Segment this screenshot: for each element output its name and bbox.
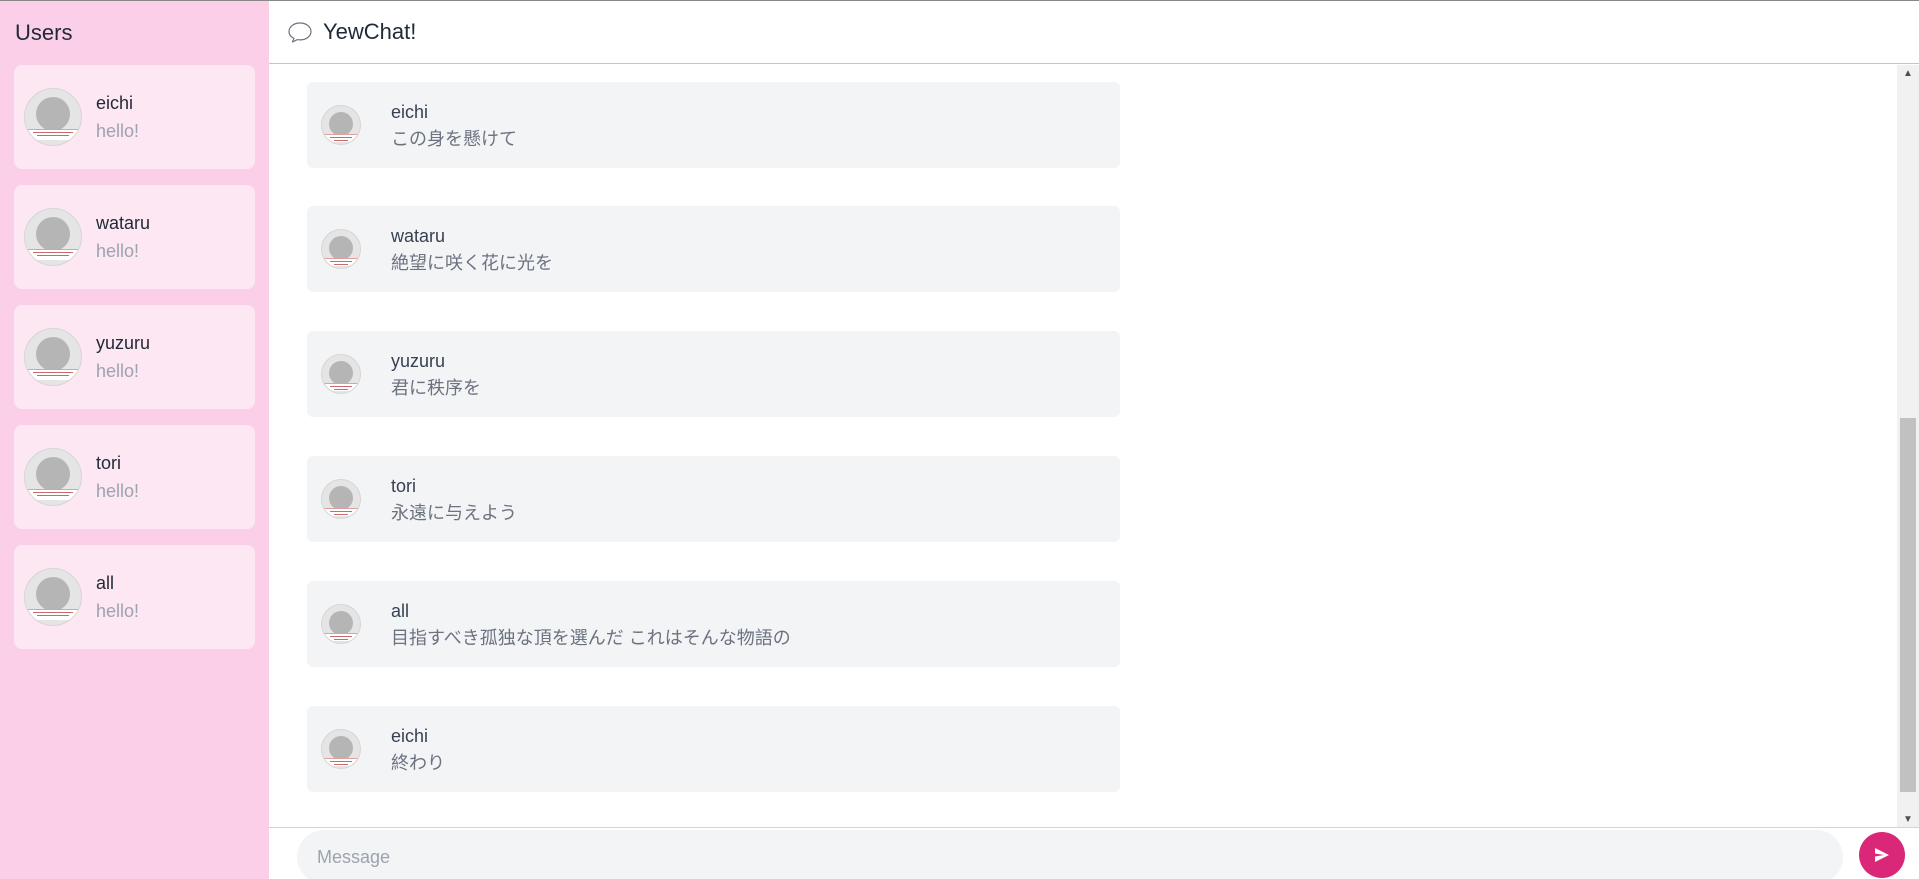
avatar: [24, 208, 82, 266]
avatar: [321, 229, 361, 269]
message-item: eichi この身を懸けて: [307, 82, 1120, 168]
chat-app: Users eichi hello! wataru hello! yuzuru …: [0, 0, 1919, 879]
message-item: eichi 終わり: [307, 706, 1120, 792]
avatar: [24, 88, 82, 146]
message-author: tori: [391, 475, 417, 496]
user-card-wataru[interactable]: wataru hello!: [14, 185, 255, 289]
speech-bubble-icon: [288, 22, 312, 43]
message-scrollbar[interactable]: ▲ ▼: [1897, 65, 1919, 829]
chat-main: YewChat! eichi この身を懸けて wataru 絶望に咲く花に光を: [269, 1, 1919, 879]
avatar: [321, 479, 361, 519]
message-item: yuzuru 君に秩序を: [307, 331, 1120, 417]
avatar: [24, 568, 82, 626]
message-author: wataru: [391, 225, 446, 246]
avatar: [24, 448, 82, 506]
user-status: hello!: [96, 241, 140, 261]
avatar: [321, 729, 361, 769]
user-status: hello!: [96, 481, 140, 501]
message-input[interactable]: [297, 830, 1843, 879]
user-card-eichi[interactable]: eichi hello!: [14, 65, 255, 169]
message-item: wataru 絶望に咲く花に光を: [307, 206, 1120, 292]
message-author: eichi: [391, 101, 429, 122]
user-status: hello!: [96, 121, 140, 141]
message-author: all: [391, 600, 410, 621]
avatar: [321, 105, 361, 145]
scroll-thumb[interactable]: [1900, 418, 1916, 792]
sidebar-title: Users: [15, 20, 73, 45]
message-text: 絶望に咲く花に光を: [391, 252, 553, 273]
message-item: tori 永遠に与えよう: [307, 456, 1120, 542]
user-card-yuzuru[interactable]: yuzuru hello!: [14, 305, 255, 409]
user-status: hello!: [96, 601, 140, 621]
message-text: 目指すべき孤独な頂を選んだ これはそんな物語の: [391, 627, 791, 648]
user-name: eichi: [96, 93, 134, 113]
message-author: yuzuru: [391, 350, 446, 371]
scroll-up-arrow-icon[interactable]: ▲: [1897, 65, 1919, 83]
app-title: YewChat!: [323, 19, 417, 44]
users-sidebar: Users eichi hello! wataru hello! yuzuru …: [0, 1, 269, 879]
user-status: hello!: [96, 361, 140, 381]
message-text: 君に秩序を: [391, 377, 481, 398]
user-name: all: [96, 573, 115, 593]
user-card-all[interactable]: all hello!: [14, 545, 255, 649]
chat-header: YewChat!: [269, 1, 1919, 64]
user-name: wataru: [96, 213, 151, 233]
avatar: [321, 604, 361, 644]
user-name: tori: [96, 453, 122, 473]
message-author: eichi: [391, 725, 429, 746]
message-composer: [269, 827, 1919, 879]
message-text: 永遠に与えよう: [391, 502, 517, 523]
avatar: [321, 354, 361, 394]
send-button[interactable]: [1859, 832, 1905, 878]
message-text: この身を懸けて: [391, 128, 517, 149]
user-name: yuzuru: [96, 333, 151, 353]
message-text: 終わり: [391, 752, 445, 773]
user-card-tori[interactable]: tori hello!: [14, 425, 255, 529]
message-list: eichi この身を懸けて wataru 絶望に咲く花に光を yuzuru 君に…: [269, 65, 1897, 829]
send-icon: [1875, 848, 1889, 862]
message-item: all 目指すべき孤独な頂を選んだ これはそんな物語の: [307, 581, 1120, 667]
avatar: [24, 328, 82, 386]
